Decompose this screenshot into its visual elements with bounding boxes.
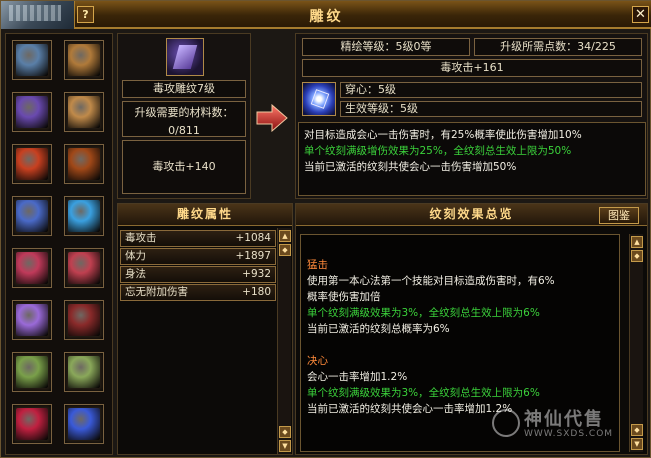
equipment-slot[interactable] (12, 352, 52, 392)
jade-pendant-2-icon (68, 356, 100, 388)
watermark-url: WWW.SXDS.COM (524, 429, 614, 439)
attribute-row: 体力 +1897 (120, 248, 276, 265)
effect-line: 单个纹刻满级效果为3%，全纹刻总生效上限为6% (307, 307, 540, 319)
shoulder-icon (16, 200, 48, 232)
blue-ornament-icon (68, 408, 100, 440)
attributes-list: 毒攻击 +1084 体力 +1897 身法 +932 忘无附加伤害 +180 (120, 230, 276, 302)
equipment-slot[interactable] (64, 352, 104, 392)
equipment-slot[interactable] (12, 300, 52, 340)
effect-line: 当前已激活的纹刻总概率为6% (307, 323, 450, 335)
scroll-up-fast-icon[interactable]: ◆ (279, 244, 291, 256)
equipment-slot[interactable] (64, 144, 104, 184)
attributes-title: 雕纹属性 (118, 204, 292, 226)
attribute-value: +932 (242, 268, 271, 280)
current-bonus: 毒攻击+140 (122, 140, 246, 194)
effect-line: 使用第一本心法第一个技能对目标造成伤害时，有6% (307, 275, 555, 287)
carving-item-panel: 毒攻雕纹7级 升级需要的材料数： 0/811 毒攻击+140 (117, 33, 251, 199)
equipment-slot[interactable] (64, 196, 104, 236)
armor-icon (16, 96, 48, 128)
attribute-value: +180 (242, 286, 271, 298)
attribute-value: +1084 (235, 232, 271, 244)
equipment-slot[interactable] (64, 404, 104, 444)
effect-line: 概率使伤害加倍 (307, 291, 381, 303)
attribute-row: 身法 +932 (120, 266, 276, 283)
blade-icon (172, 45, 198, 69)
item-name: 毒攻雕纹7级 (122, 80, 246, 98)
equipment-slot[interactable] (64, 300, 104, 340)
scroll-up-fast-icon[interactable]: ◆ (631, 250, 643, 262)
equipment-slot[interactable] (64, 92, 104, 132)
materials-value: 0/811 (168, 124, 200, 137)
equipment-slot[interactable] (12, 196, 52, 236)
upgrade-arrow-icon (256, 104, 288, 132)
watermark: 神仙代售 WWW.SXDS.COM (492, 405, 642, 445)
materials-label: 升级需要的材料数： (134, 106, 234, 119)
effect-line: 会心一击率增加1.2% (307, 371, 408, 383)
attribute-row: 毒攻击 +1084 (120, 230, 276, 247)
description-line: 对目标造成会心一击伤害时，有25%概率使此伤害增加10% (304, 129, 582, 141)
carving-rune-icon[interactable] (302, 82, 336, 116)
attribute-row: 忘无附加伤害 +180 (120, 284, 276, 301)
points-needed: 升级所需点数：34/225 (474, 38, 642, 56)
attribute-name: 毒攻击 (125, 232, 157, 244)
attributes-panel: 雕纹属性 毒攻击 +1084 体力 +1897 身法 +932 忘无附加伤害 +180 ▲ ◆… (117, 203, 293, 455)
bronze-ring-icon (68, 44, 100, 76)
next-bonus: 毒攻击+161 (302, 59, 642, 77)
gold-ring-icon (68, 96, 100, 128)
rune-effect-level: 生效等级：5级 (340, 101, 642, 117)
boots-icon (68, 304, 100, 336)
equipment-slot[interactable] (12, 248, 52, 288)
materials-box: 升级需要的材料数： 0/811 (122, 101, 246, 137)
mascot-icon (492, 409, 520, 437)
carving-window: ? 雕纹 ✕ 毒攻雕纹7级 升级需要的材料数： 0/811 毒攻击+140 精绘… (0, 0, 651, 458)
equipment-slot[interactable] (12, 92, 52, 132)
purple-blade-icon (16, 44, 48, 76)
equipment-slots (5, 33, 113, 455)
description-line: 单个纹刻满级增伤效果为25%，全纹刻总生效上限为50% (304, 145, 572, 157)
scroll-up-icon[interactable]: ▲ (631, 236, 643, 248)
feather-blade-icon (68, 200, 100, 232)
watermark-brand: 神仙代售 (524, 409, 604, 430)
description-line: 当前已激活的纹刻共使会心一击伤害增加50% (304, 161, 517, 173)
atlas-button[interactable]: 图鉴 (599, 207, 639, 224)
attribute-name: 忘无附加伤害 (125, 286, 188, 298)
bracer-icon (68, 148, 100, 180)
sword-icon (16, 304, 48, 336)
close-button[interactable]: ✕ (632, 6, 649, 23)
helmet-icon (16, 148, 48, 180)
effect-line: 单个纹刻满级效果为3%，全纹刻总生效上限为6% (307, 387, 540, 399)
robe-icon (16, 252, 48, 284)
equipment-slot[interactable] (64, 40, 104, 80)
equipment-slot[interactable] (12, 144, 52, 184)
window-title: 雕纹 (309, 9, 344, 25)
effects-title: 纹刻效果总览 (296, 204, 647, 226)
scroll-down-fast-icon[interactable]: ◆ (279, 426, 291, 438)
title-bar: ? 雕纹 ✕ (1, 1, 651, 29)
attributes-scrollbar[interactable]: ▲ ◆ ◆ ▼ (277, 228, 291, 454)
effect-title: 猛击 (307, 259, 328, 271)
effect-title: 决心 (307, 355, 328, 367)
upgrade-panel: 精绘等级：5级0等 升级所需点数：34/225 毒攻击+161 穿心：5级 生效… (295, 33, 648, 199)
rune-attribute: 穿心：5级 (340, 82, 642, 98)
scroll-down-icon[interactable]: ▼ (279, 440, 291, 452)
refine-level: 精绘等级：5级0等 (302, 38, 470, 56)
carving-item-icon[interactable] (166, 38, 204, 76)
glove-icon (68, 252, 100, 284)
equipment-slot[interactable] (12, 40, 52, 80)
equipment-slot[interactable] (64, 248, 104, 288)
equipment-slot[interactable] (12, 404, 52, 444)
attribute-value: +1897 (235, 250, 271, 262)
attribute-name: 身法 (125, 268, 146, 280)
scroll-up-icon[interactable]: ▲ (279, 230, 291, 242)
rune-description: 对目标造成会心一击伤害时，有25%概率使此伤害增加10% 单个纹刻满级增伤效果为2… (298, 122, 646, 196)
jade-pendant-icon (16, 356, 48, 388)
ruby-necklace-icon (16, 408, 48, 440)
attribute-name: 体力 (125, 250, 146, 262)
